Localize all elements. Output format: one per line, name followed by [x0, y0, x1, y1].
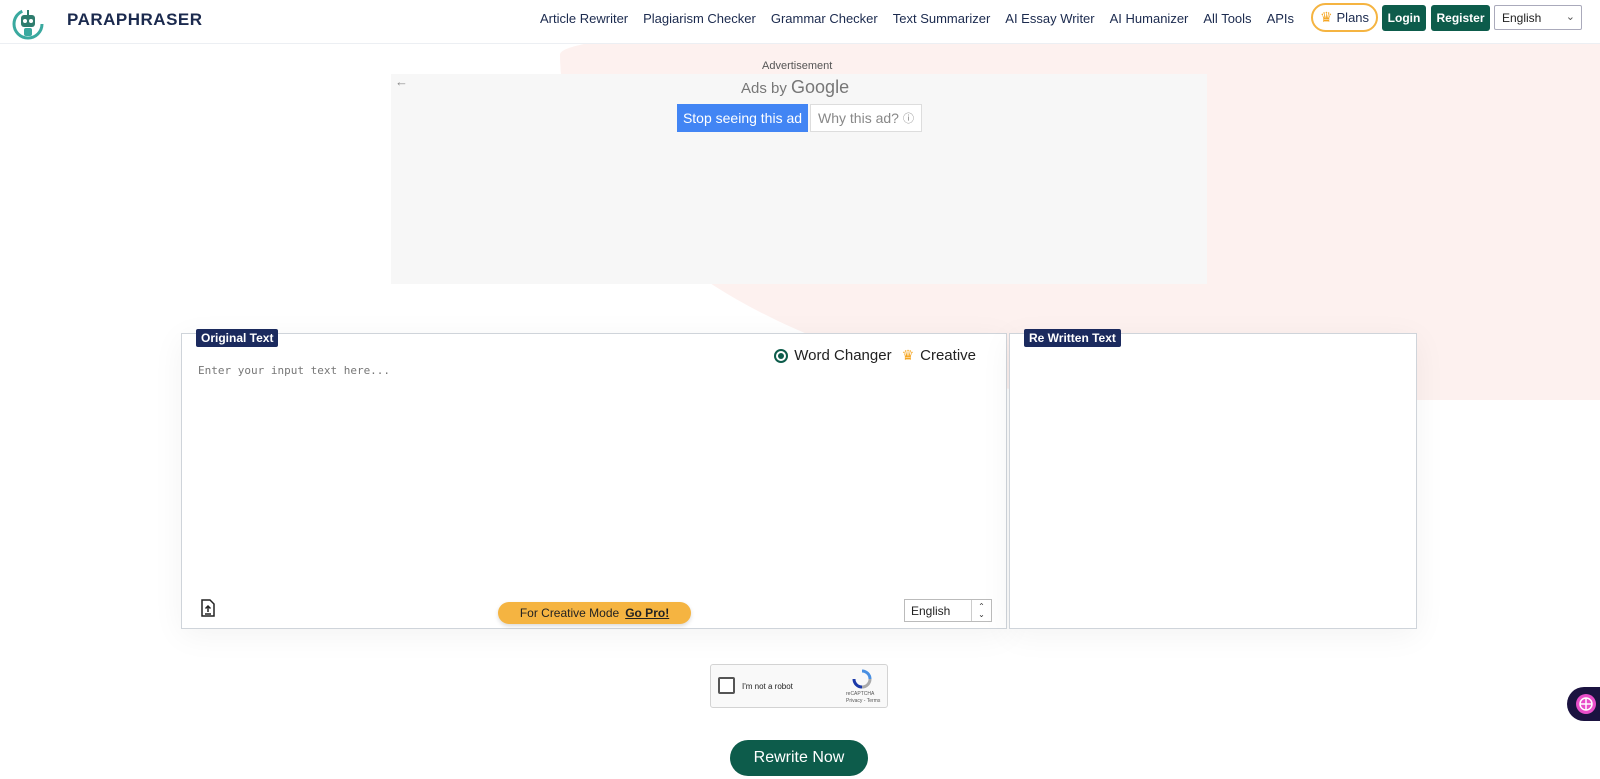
recaptcha-brand: reCAPTCHA	[846, 691, 875, 697]
nav-all-tools[interactable]: All Tools	[1203, 11, 1251, 26]
stop-seeing-ad-button[interactable]: Stop seeing this ad	[677, 104, 808, 132]
input-language-select[interactable]: English ⌃ ⌄	[904, 599, 992, 622]
go-pro-banner[interactable]: For Creative Mode Go Pro!	[498, 602, 691, 624]
site-header: PARAPHRASER Article Rewriter Plagiarism …	[0, 0, 1600, 44]
why-this-ad-label: Why this ad?	[818, 110, 899, 126]
recaptcha-text: I'm not a robot	[742, 682, 793, 691]
creative-mode-label[interactable]: Creative	[920, 347, 976, 364]
nav-plagiarism-checker[interactable]: Plagiarism Checker	[643, 11, 756, 26]
nav-grammar-checker[interactable]: Grammar Checker	[771, 11, 878, 26]
language-select-value: English	[1502, 10, 1542, 25]
crown-icon: ♛	[901, 347, 915, 363]
ads-by-text: Ads by	[741, 80, 787, 97]
go-pro-link[interactable]: Go Pro!	[625, 606, 669, 620]
input-language-value: English	[911, 603, 951, 618]
mode-selector: Word Changer ♛ Creative	[774, 347, 976, 364]
plans-label: Plans	[1336, 10, 1370, 25]
register-button[interactable]: Register	[1431, 5, 1490, 31]
why-this-ad-button[interactable]: Why this ad? ⓘ	[810, 104, 922, 132]
floating-assistant-button[interactable]	[1567, 687, 1600, 721]
go-pro-text: For Creative Mode	[519, 606, 620, 620]
rewrite-now-button[interactable]: Rewrite Now	[730, 740, 868, 776]
nav-ai-essay-writer[interactable]: AI Essay Writer	[1005, 11, 1094, 26]
info-icon: ⓘ	[902, 113, 914, 125]
recaptcha-checkbox[interactable]	[718, 677, 735, 694]
chevron-down-icon: ⌄	[1565, 11, 1575, 23]
nav-article-rewriter[interactable]: Article Rewriter	[540, 11, 628, 26]
recaptcha-logo-icon	[852, 669, 872, 689]
rewritten-text-panel: Re Written Text	[1009, 329, 1417, 629]
ads-by-google: Ads by Google	[741, 77, 849, 98]
recaptcha-widget: I'm not a robot reCAPTCHA Privacy - Term…	[710, 664, 888, 708]
original-text-panel: Original Text Word Changer ♛ Creative Fo…	[181, 329, 1007, 629]
brand-name[interactable]: PARAPHRASER	[67, 10, 203, 30]
back-arrow-icon[interactable]: ←	[395, 74, 408, 89]
crown-icon: ♛	[1319, 9, 1333, 25]
login-button[interactable]: Login	[1382, 5, 1426, 31]
stepper-icon: ⌃ ⌄	[971, 600, 991, 621]
google-text: Google	[791, 77, 850, 97]
word-changer-label[interactable]: Word Changer	[794, 347, 891, 364]
nav-apis[interactable]: APIs	[1267, 11, 1294, 26]
nav-ai-humanizer[interactable]: AI Humanizer	[1110, 11, 1189, 26]
recaptcha-links[interactable]: Privacy - Terms	[846, 698, 880, 704]
word-changer-radio[interactable]	[774, 348, 789, 363]
nav-text-summarizer[interactable]: Text Summarizer	[893, 11, 991, 26]
ad-container: ← Ads by Google Stop seeing this ad Why …	[391, 74, 1207, 284]
plans-button[interactable]: ♛ Plans	[1311, 3, 1378, 32]
main-nav: Article Rewriter Plagiarism Checker Gram…	[540, 0, 1309, 36]
original-text-label: Original Text	[196, 329, 279, 347]
brain-icon	[1576, 694, 1596, 714]
ad-label: Advertisement	[762, 60, 833, 72]
rewritten-text-label: Re Written Text	[1024, 329, 1121, 347]
language-select[interactable]: English ⌄	[1494, 5, 1582, 30]
original-text-input[interactable]	[198, 364, 968, 564]
upload-file-icon[interactable]	[200, 599, 216, 617]
logo-icon[interactable]	[8, 4, 48, 40]
